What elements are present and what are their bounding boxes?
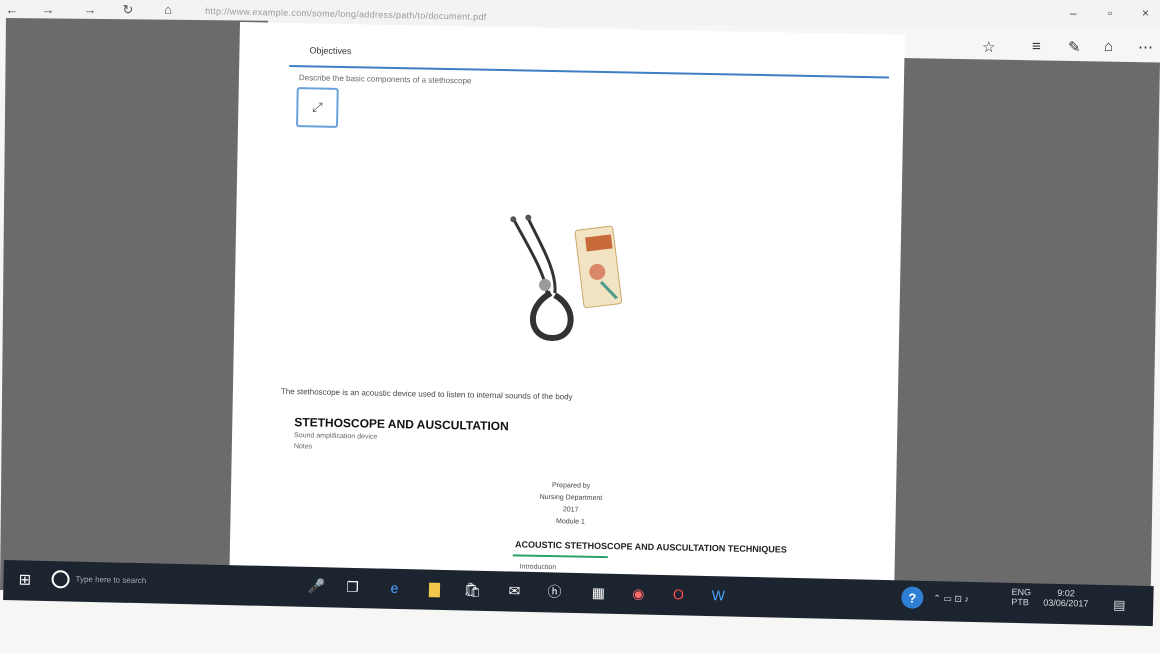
reading-list-icon[interactable]: ≡ <box>1032 38 1041 55</box>
word-icon[interactable]: W <box>707 584 729 606</box>
app-icon[interactable]: ▦ <box>587 581 609 603</box>
stethoscope-illustration <box>510 214 623 342</box>
microphone-icon[interactable]: 🎤 <box>305 575 327 597</box>
forward-button[interactable]: → <box>38 2 58 17</box>
clock-date: 03/06/2017 <box>1043 597 1089 609</box>
language-bottom: PTB <box>1011 596 1029 608</box>
minimize-button[interactable]: – <box>1070 6 1077 20</box>
edge-icon[interactable]: e <box>383 577 405 599</box>
store-icon[interactable]: 🛍 <box>461 578 483 600</box>
page-thumbnail-button[interactable]: ⤢ <box>295 87 339 128</box>
left-viewer-margin <box>0 18 268 593</box>
start-icon[interactable]: ⊞ <box>18 570 31 588</box>
refresh-button[interactable]: ↻ <box>118 2 138 18</box>
share-icon[interactable]: ⌂ <box>1104 38 1113 55</box>
taskbar-search-input[interactable]: Type here to search <box>75 575 146 586</box>
home-button[interactable]: ⌂ <box>158 2 178 17</box>
document-subheading: Sound amplification device <box>294 432 378 441</box>
author-block: Prepared by Nursing Department 2017 Modu… <box>490 479 651 530</box>
expand-icon: ⤢ <box>312 99 323 115</box>
task-view-icon[interactable]: ❐ <box>341 576 363 598</box>
favorites-icon[interactable]: ☆ <box>982 38 995 56</box>
hp-icon[interactable]: ⓗ <box>543 580 565 602</box>
restore-button[interactable]: ▫ <box>1108 6 1112 20</box>
document-heading: STETHOSCOPE AND AUSCULTATION <box>294 415 509 434</box>
section-underline <box>512 554 608 559</box>
section-intro: Introduction <box>519 563 557 572</box>
forward-arrow-button[interactable]: → <box>80 2 100 17</box>
chrome-icon[interactable]: ◉ <box>627 582 649 604</box>
clock[interactable]: 9:02 03/06/2017 <box>1043 588 1088 609</box>
opera-icon[interactable]: O <box>667 583 689 605</box>
close-button[interactable]: × <box>1142 6 1149 20</box>
right-viewer-margin <box>892 58 1160 623</box>
system-tray-icons[interactable]: ⌃ ▭ ⊡ ♪ <box>933 593 969 605</box>
document-note: Notes <box>293 443 313 451</box>
cortana-icon[interactable] <box>51 570 70 589</box>
figure-caption: The stethoscope is an acoustic device us… <box>280 386 573 402</box>
file-explorer-icon[interactable]: ▇ <box>423 578 445 600</box>
language-top: ENG <box>1011 586 1032 598</box>
mail-icon[interactable]: ✉ <box>503 579 525 601</box>
language-indicator[interactable]: ENG PTB <box>1011 587 1031 607</box>
document-subtitle: Describe the basic components of a steth… <box>298 73 472 86</box>
section-title: ACOUSTIC STETHOSCOPE AND AUSCULTATION TE… <box>514 539 787 555</box>
notifications-icon[interactable]: ▤ <box>1113 597 1126 613</box>
notes-icon[interactable]: ✎ <box>1068 38 1081 56</box>
document-tab-label: Objectives <box>309 45 352 57</box>
more-icon[interactable]: ⋯ <box>1138 38 1153 56</box>
back-button[interactable]: ← <box>2 2 22 17</box>
help-icon[interactable]: ? <box>901 586 924 609</box>
author-line: Module 1 <box>555 518 585 526</box>
document-page: Objectives Describe the basic components… <box>229 22 905 607</box>
